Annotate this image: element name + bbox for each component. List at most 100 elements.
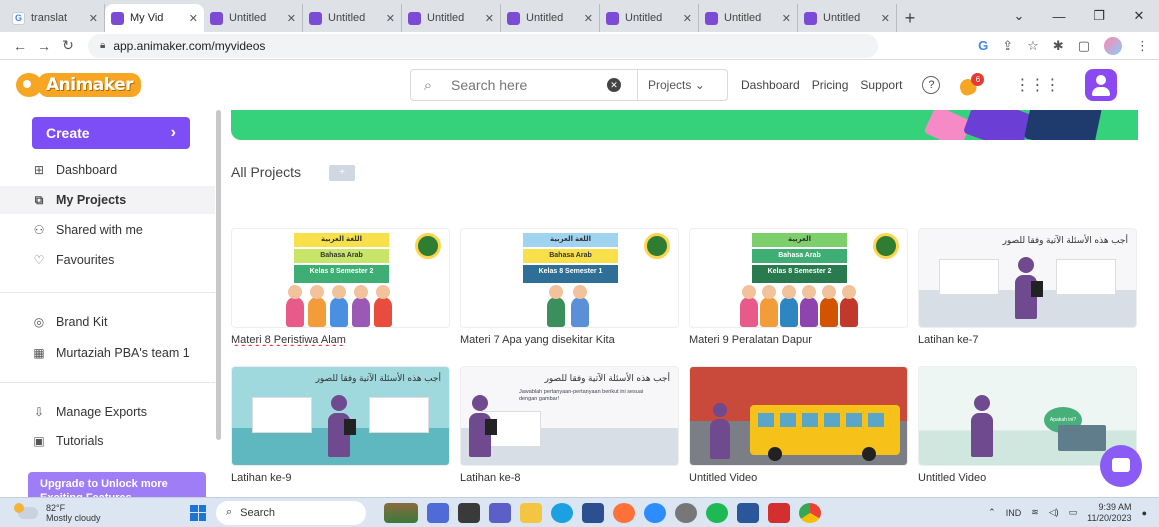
project-card[interactable]: أجب هذه الأسئلة الآتية وفقا للصور Jawabl… — [460, 366, 679, 484]
minimize-button[interactable]: — — [1039, 0, 1079, 32]
chat-icon[interactable] — [489, 502, 511, 523]
browser-tab[interactable]: Untitled ✕ — [600, 4, 699, 32]
browser-tab[interactable]: Untitled ✕ — [699, 4, 798, 32]
spotify-icon[interactable] — [706, 502, 728, 523]
browser-tab[interactable]: My Vid ✕ — [105, 4, 204, 32]
project-title[interactable]: Latihan ke-7 — [918, 334, 1137, 346]
project-thumbnail[interactable]: اللغة العربية Bahasa Arab Kelas 8 Semest… — [460, 228, 679, 328]
project-title[interactable]: Materi 7 Apa yang disekitar Kita — [460, 334, 679, 346]
browser-tab[interactable]: Untitled ✕ — [402, 4, 501, 32]
url-field[interactable]: 🔒︎ app.animaker.com/myvideos — [88, 33, 878, 58]
new-folder-button[interactable]: + — [329, 165, 355, 181]
help-icon[interactable]: ? — [922, 76, 941, 94]
close-tab-icon[interactable]: ✕ — [189, 12, 198, 25]
project-thumbnail[interactable]: أجب هذه الأسئلة الآتية وفقا للصور Jawabl… — [460, 366, 679, 466]
project-title[interactable]: Latihan ke-9 — [231, 472, 450, 484]
share-icon[interactable]: ⇪ — [1002, 38, 1013, 54]
weather-widget[interactable]: 82°F Mostly cloudy — [0, 502, 190, 523]
back-icon[interactable]: ← — [8, 38, 32, 54]
close-tab-icon[interactable]: ✕ — [89, 12, 98, 25]
project-title[interactable]: Materi 9 Peralatan Dapur — [689, 334, 908, 346]
sidebar-item-brand-kit[interactable]: ◎ Brand Kit — [0, 308, 215, 336]
project-title[interactable]: Materi 8 Peristiwa Alam — [231, 334, 450, 346]
browser-tab[interactable]: Untitled ✕ — [798, 4, 897, 32]
zoom-icon[interactable] — [644, 502, 666, 523]
sidebar-item-manage-exports[interactable]: ⇩ Manage Exports — [0, 398, 215, 426]
profile-avatar-icon[interactable] — [1104, 36, 1122, 55]
close-tab-icon[interactable]: ✕ — [782, 12, 791, 25]
close-tab-icon[interactable]: ✕ — [287, 12, 296, 25]
browser-menu-icon[interactable]: ⋮ — [1136, 38, 1149, 54]
nav-pricing[interactable]: Pricing — [812, 78, 849, 92]
animaker-logo[interactable]: Animaker — [16, 73, 142, 97]
task-view-icon[interactable] — [458, 502, 480, 523]
project-card[interactable]: أجب هذه الأسئلة الآتية وفقا للصور Latiha… — [231, 366, 450, 484]
app-icon[interactable] — [675, 502, 697, 523]
project-card[interactable]: Untitled Video — [689, 366, 908, 484]
close-tab-icon[interactable]: ✕ — [485, 12, 494, 25]
search-icon[interactable]: ⌕ — [411, 77, 445, 94]
widgets-icon[interactable] — [384, 502, 418, 523]
language-indicator[interactable]: IND — [1006, 508, 1022, 518]
sidebar-item-dashboard[interactable]: ⊞ Dashboard — [0, 156, 215, 184]
create-button[interactable]: Create › — [32, 117, 190, 149]
store-icon[interactable] — [582, 502, 604, 523]
notification-center-icon[interactable]: ● — [1142, 508, 1147, 518]
project-title[interactable]: Untitled Video — [689, 472, 908, 484]
sidebar-item-my-projects[interactable]: ⧉ My Projects — [0, 186, 215, 214]
extensions-icon[interactable]: ✱ — [1053, 38, 1064, 54]
project-thumbnail[interactable]: العربية Bahasa Arab Kelas 8 Semester 2 — [689, 228, 908, 328]
project-thumbnail[interactable]: اللغة العربية Bahasa Arab Kelas 8 Semest… — [231, 228, 450, 328]
project-card[interactable]: اللغة العربية Bahasa Arab Kelas 8 Semest… — [460, 228, 679, 346]
project-card[interactable]: العربية Bahasa Arab Kelas 8 Semester 2 M… — [689, 228, 908, 346]
sidebar-item-favourites[interactable]: ♡ Favourites — [0, 246, 215, 274]
close-tab-icon[interactable]: ✕ — [683, 12, 692, 25]
sidebar-item-shared-with-me[interactable]: ⚇ Shared with me — [0, 216, 215, 244]
browser-tab[interactable]: Untitled ✕ — [501, 4, 600, 32]
close-tab-icon[interactable]: ✕ — [584, 12, 593, 25]
project-card[interactable]: أجب هذه الأسئلة الآتية وفقا للصور Latiha… — [918, 228, 1137, 346]
chat-support-button[interactable] — [1100, 445, 1142, 487]
user-avatar[interactable] — [1085, 69, 1118, 101]
word-icon[interactable] — [737, 502, 759, 523]
project-thumbnail[interactable] — [689, 366, 908, 466]
notifications-button[interactable]: 6 — [958, 73, 985, 98]
browser-tab[interactable]: Untitled ✕ — [303, 4, 402, 32]
project-thumbnail[interactable]: Apakah ini? — [918, 366, 1137, 466]
close-window-button[interactable]: ✕ — [1119, 0, 1159, 32]
close-tab-icon[interactable]: ✕ — [881, 12, 890, 25]
chrome-icon[interactable] — [799, 502, 821, 523]
promo-banner[interactable] — [231, 110, 1138, 140]
reload-icon[interactable]: ↻ — [56, 37, 80, 54]
wifi-icon[interactable]: ≋ — [1031, 507, 1039, 518]
acrobat-icon[interactable] — [768, 502, 790, 523]
chevron-up-icon[interactable]: ⌃ — [988, 507, 996, 518]
project-thumbnail[interactable]: أجب هذه الأسئلة الآتية وفقا للصور — [918, 228, 1137, 328]
taskbar-search[interactable]: ⌕ Search — [216, 500, 366, 525]
search-input[interactable] — [445, 77, 595, 93]
sidebar-item-tutorials[interactable]: ▣ Tutorials — [0, 427, 215, 455]
project-title[interactable]: Latihan ke-8 — [460, 472, 679, 484]
forward-icon[interactable]: → — [32, 38, 56, 54]
clear-search-icon[interactable]: ✕ — [607, 78, 621, 92]
bookmark-star-icon[interactable]: ☆ — [1027, 38, 1039, 54]
volume-icon[interactable]: ◁) — [1049, 507, 1059, 518]
browser-tab[interactable]: Untitled ✕ — [204, 4, 303, 32]
sidebar-item-team[interactable]: ▦ Murtaziah PBA's team 1 — [0, 339, 215, 367]
nav-support[interactable]: Support — [860, 78, 902, 92]
battery-icon[interactable]: ▭ — [1069, 507, 1078, 518]
tab-search-chevron-icon[interactable]: ⌄ — [999, 0, 1039, 32]
nav-dashboard[interactable]: Dashboard — [741, 78, 800, 92]
project-card[interactable]: اللغة العربية Bahasa Arab Kelas 8 Semest… — [231, 228, 450, 346]
file-explorer-icon[interactable] — [520, 502, 542, 523]
close-tab-icon[interactable]: ✕ — [386, 12, 395, 25]
apps-grid-icon[interactable]: ⋮⋮⋮ — [1014, 75, 1060, 95]
firefox-icon[interactable] — [613, 502, 635, 523]
edge-icon[interactable] — [551, 502, 573, 523]
teams-icon[interactable] — [427, 502, 449, 523]
project-thumbnail[interactable]: أجب هذه الأسئلة الآتية وفقا للصور — [231, 366, 450, 466]
restore-button[interactable]: ❐ — [1079, 0, 1119, 32]
side-panel-icon[interactable]: ▢ — [1078, 38, 1090, 54]
windows-start-icon[interactable] — [190, 504, 206, 521]
search-scope-dropdown[interactable]: Projects ⌄ — [638, 78, 705, 92]
